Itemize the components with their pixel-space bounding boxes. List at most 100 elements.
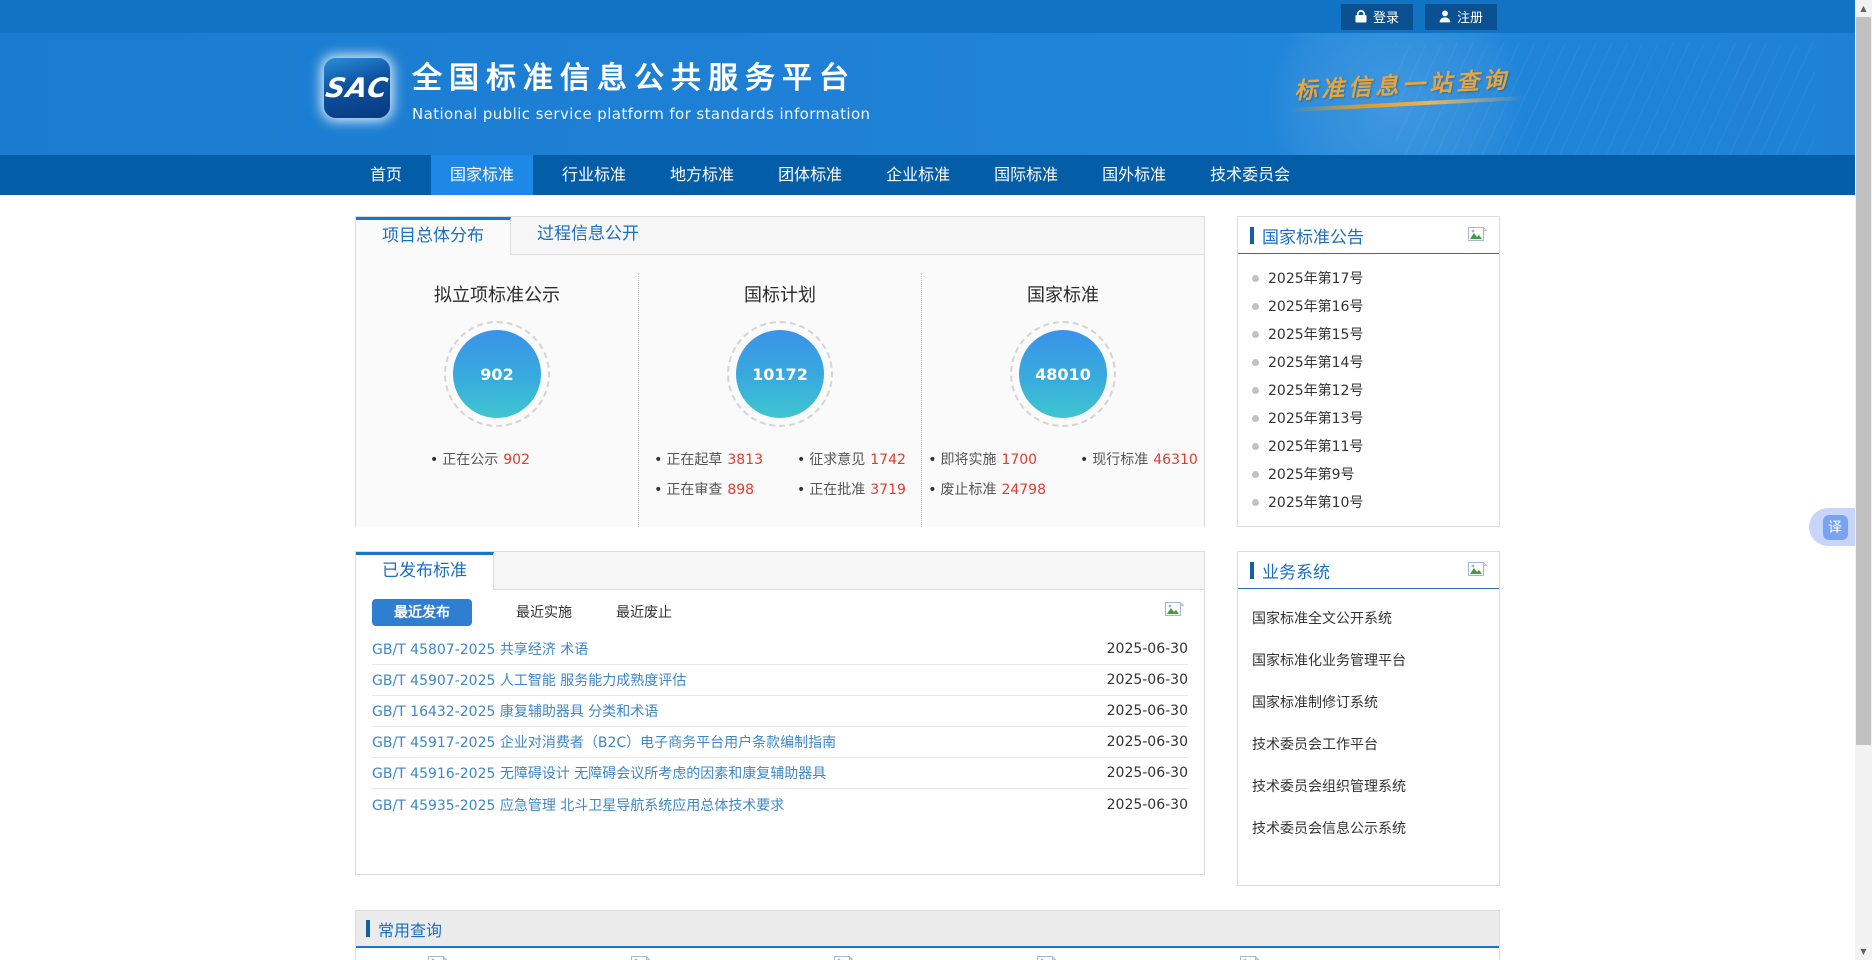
standard-link[interactable]: GB/T 45807-2025 共享经济 术语 xyxy=(372,639,588,659)
browser-viewport: 登录 注册 SAC 全国标准信息公共服务平台 National public s… xyxy=(0,0,1872,960)
standard-link[interactable]: GB/T 16432-2025 康复辅助器具 分类和术语 xyxy=(372,701,658,721)
tab-project-distribution[interactable]: 项目总体分布 xyxy=(356,217,511,255)
announcements-panel: 国家标准公告 2025年第17号 2025年第16号 xyxy=(1237,216,1500,527)
stat-ring: 10172 xyxy=(727,321,833,427)
subtab-recently-abolished[interactable]: 最近废止 xyxy=(616,602,672,622)
standard-date: 2025-06-30 xyxy=(1107,703,1188,719)
stat-item[interactable]: •正在批准3719 xyxy=(797,479,906,499)
subtab-recently-published[interactable]: 最近发布 xyxy=(372,599,472,626)
nav-item[interactable]: 企业标准 xyxy=(871,155,965,195)
stat-value: 3813 xyxy=(727,452,763,468)
nav-item[interactable]: 地方标准 xyxy=(655,155,749,195)
announcement-item[interactable]: 2025年第11号 xyxy=(1252,432,1485,460)
overview-body: 拟立项标准公示 902 •正在公示902 xyxy=(356,255,1204,527)
stat-label: 正在审查 xyxy=(666,482,722,498)
scrollbar-down-arrow[interactable]: ▼ xyxy=(1855,943,1872,960)
announcement-label: 2025年第15号 xyxy=(1268,324,1363,344)
announcement-item[interactable]: 2025年第9号 xyxy=(1252,460,1485,488)
stat-item[interactable]: •废止标准24798 xyxy=(928,479,1046,499)
main-nav: 首页 国家标准 行业标准 地方标准 团体标准 企业标准 国际标准 国外标准 技术… xyxy=(0,155,1855,195)
nav-item[interactable]: 行业标准 xyxy=(547,155,641,195)
nav-item[interactable]: 国家标准 xyxy=(431,155,533,195)
standard-link[interactable]: GB/T 45907-2025 人工智能 服务能力成熟度评估 xyxy=(372,670,686,690)
stat-value: 1742 xyxy=(870,452,906,468)
stat-value: 898 xyxy=(727,482,754,498)
subtab-recently-implemented[interactable]: 最近实施 xyxy=(516,602,572,622)
site-title: 全国标准信息公共服务平台 xyxy=(412,53,870,97)
nav-item[interactable]: 技术委员会 xyxy=(1195,155,1305,195)
broken-image-icon[interactable] xyxy=(631,956,650,960)
sac-logo-text: SAC xyxy=(323,73,391,104)
site-subtitle: National public service platform for sta… xyxy=(412,105,870,123)
announcement-item[interactable]: 2025年第13号 xyxy=(1252,404,1485,432)
lock-icon xyxy=(1355,10,1367,23)
published-list: GB/T 45807-2025 共享经济 术语 2025-06-30 GB/T … xyxy=(356,634,1204,820)
bullet-dot-icon xyxy=(1252,275,1259,282)
accent-bar xyxy=(366,920,370,937)
broken-image-icon[interactable] xyxy=(1240,956,1259,960)
broken-image-icon xyxy=(1165,602,1184,617)
stat-item[interactable]: •征求意见1742 xyxy=(797,449,906,469)
stat-circle: 902 xyxy=(453,330,541,418)
stat-col-plan: 国标计划 10172 •正在起草3813 •征求意见1742 xyxy=(638,273,921,527)
standard-date: 2025-06-30 xyxy=(1107,641,1188,657)
announcement-item[interactable]: 2025年第17号 xyxy=(1252,264,1485,292)
system-link[interactable]: 国家标准制修订系统 xyxy=(1252,681,1485,723)
published-row: GB/T 45907-2025 人工智能 服务能力成熟度评估 2025-06-3… xyxy=(372,665,1188,696)
stat-item[interactable]: •现行标准46310 xyxy=(1080,449,1198,469)
brand[interactable]: SAC 全国标准信息公共服务平台 National public service… xyxy=(324,53,870,123)
system-link[interactable]: 技术委员会工作平台 xyxy=(1252,723,1485,765)
nav-item[interactable]: 国外标准 xyxy=(1087,155,1181,195)
broken-image-icon[interactable] xyxy=(1037,956,1056,960)
stat-item[interactable]: •正在审查898 xyxy=(654,479,763,499)
stat-label: 正在公示 xyxy=(442,452,498,468)
stat-value: 3719 xyxy=(870,482,906,498)
announcement-item[interactable]: 2025年第12号 xyxy=(1252,376,1485,404)
nav-item[interactable]: 首页 xyxy=(355,155,417,195)
login-label: 登录 xyxy=(1373,7,1399,26)
broken-image-icon[interactable] xyxy=(428,956,447,960)
broken-image-icon[interactable] xyxy=(1468,227,1487,242)
stat-ring: 48010 xyxy=(1010,321,1116,427)
standard-link[interactable]: GB/T 45917-2025 企业对消费者（B2C）电子商务平台用户条款编制指… xyxy=(372,732,836,752)
scrollbar-up-arrow[interactable]: ▲ xyxy=(1855,0,1872,17)
stat-label: 现行标准 xyxy=(1092,452,1148,468)
stat-value: 46310 xyxy=(1153,452,1198,468)
scrollbar[interactable]: ▲ ▼ xyxy=(1855,0,1872,960)
announcement-item[interactable]: 2025年第15号 xyxy=(1252,320,1485,348)
scrollbar-thumb[interactable] xyxy=(1856,17,1871,745)
published-subtabs: 最近发布 最近实施 最近废止 xyxy=(356,590,1204,634)
system-link[interactable]: 国家标准全文公开系统 xyxy=(1252,597,1485,639)
stat-ring: 902 xyxy=(444,321,550,427)
translate-widget[interactable]: 译 xyxy=(1809,508,1861,546)
announcement-label: 2025年第17号 xyxy=(1268,268,1363,288)
stat-col-national: 国家标准 48010 •即将实施1700 •现行标准46310 xyxy=(921,273,1204,527)
tab-process-disclosure[interactable]: 过程信息公开 xyxy=(511,217,665,254)
login-button[interactable]: 登录 xyxy=(1341,4,1413,30)
broken-image-icon[interactable] xyxy=(834,956,853,960)
announcement-item[interactable]: 2025年第14号 xyxy=(1252,348,1485,376)
stat-item[interactable]: •正在起草3813 xyxy=(654,449,763,469)
standard-link[interactable]: GB/T 45935-2025 应急管理 北斗卫星导航系统应用总体技术要求 xyxy=(372,795,784,815)
system-link[interactable]: 技术委员会组织管理系统 xyxy=(1252,765,1485,807)
bullet-dot-icon xyxy=(1252,471,1259,478)
nav-item[interactable]: 国际标准 xyxy=(979,155,1073,195)
bullet-dot-icon xyxy=(1252,387,1259,394)
standard-link[interactable]: GB/T 45916-2025 无障碍设计 无障碍会议所考虑的因素和康复辅助器具 xyxy=(372,763,826,783)
published-row: GB/T 45916-2025 无障碍设计 无障碍会议所考虑的因素和康复辅助器具… xyxy=(372,758,1188,789)
announcement-item[interactable]: 2025年第16号 xyxy=(1252,292,1485,320)
register-button[interactable]: 注册 xyxy=(1425,4,1497,30)
stat-col-proposed: 拟立项标准公示 902 •正在公示902 xyxy=(356,273,638,527)
system-link[interactable]: 国家标准化业务管理平台 xyxy=(1252,639,1485,681)
system-link[interactable]: 技术委员会信息公示系统 xyxy=(1252,807,1485,849)
nav-item[interactable]: 团体标准 xyxy=(763,155,857,195)
bullet-dot-icon xyxy=(1252,499,1259,506)
accent-bar xyxy=(1250,562,1254,579)
broken-image-icon[interactable] xyxy=(1468,562,1487,577)
stat-item[interactable]: •即将实施1700 xyxy=(928,449,1046,469)
header-slogan: 标准信息一站查询 xyxy=(1293,60,1510,105)
published-row: GB/T 45935-2025 应急管理 北斗卫星导航系统应用总体技术要求 20… xyxy=(372,789,1188,820)
stat-item[interactable]: •正在公示902 xyxy=(430,449,530,469)
tab-published-standards[interactable]: 已发布标准 xyxy=(356,552,494,590)
announcement-item[interactable]: 2025年第10号 xyxy=(1252,488,1485,516)
